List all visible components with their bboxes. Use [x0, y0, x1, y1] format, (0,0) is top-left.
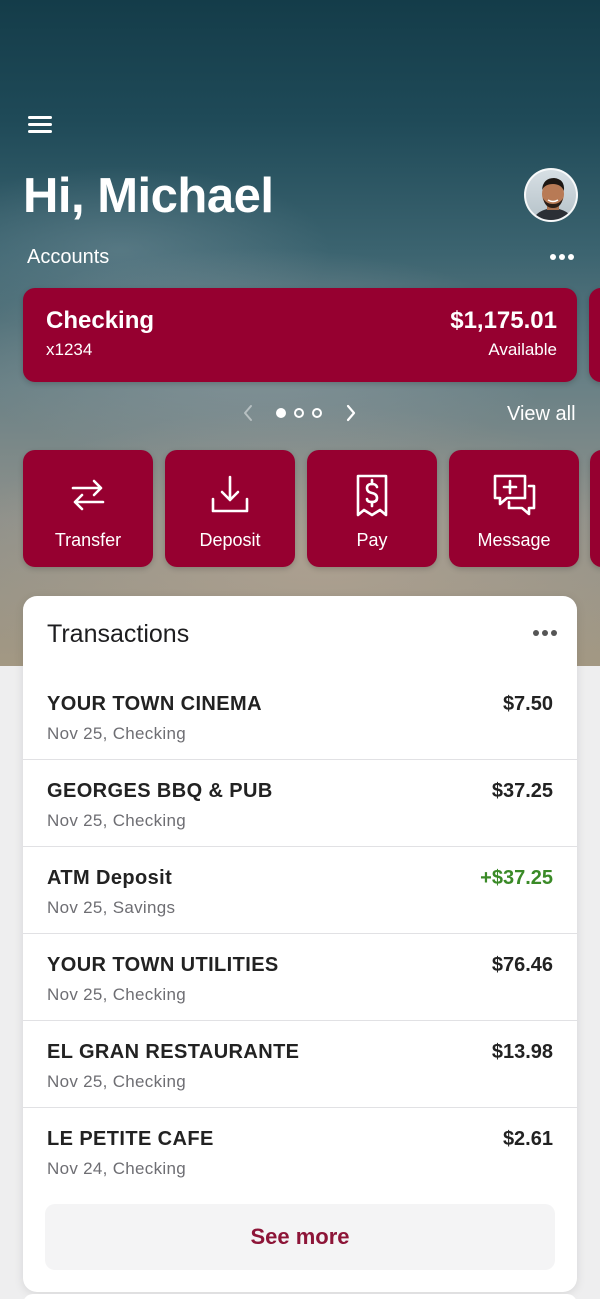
avatar[interactable] — [524, 168, 578, 222]
action-button-next[interactable] — [590, 450, 600, 567]
hero-background: Hi, Michael Accounts Checking x1234 $1,1… — [0, 0, 600, 666]
transaction-name: YOUR TOWN UTILITIES — [47, 954, 279, 976]
transaction-detail: Nov 25, Checking — [47, 985, 186, 1004]
bill-dollar-icon — [307, 472, 437, 518]
transaction-row[interactable]: YOUR TOWN CINEMA Nov 25, Checking $7.50 — [23, 673, 577, 760]
transaction-amount: $37.25 — [491, 780, 553, 802]
message-button[interactable]: Message — [449, 450, 579, 567]
view-all-link[interactable]: View all — [507, 403, 576, 426]
transaction-row[interactable]: EL GRAN RESTAURANTE Nov 25, Checking $13… — [23, 1021, 577, 1108]
transaction-detail: Nov 25, Savings — [47, 898, 176, 917]
transactions-card: Transactions YOUR TOWN CINEMA Nov 25, Ch… — [23, 596, 577, 1292]
hamburger-menu-icon[interactable] — [28, 115, 53, 135]
page-dot[interactable] — [312, 408, 322, 418]
account-name: Checking — [46, 307, 155, 334]
transfer-arrows-icon — [23, 472, 153, 518]
pay-button[interactable]: Pay — [307, 450, 437, 567]
next-section-card — [23, 1294, 577, 1299]
message-add-icon — [449, 472, 579, 518]
account-card-next[interactable] — [589, 288, 600, 382]
pay-label: Pay — [356, 530, 388, 550]
accounts-label: Accounts — [27, 246, 110, 268]
transaction-detail: Nov 25, Checking — [47, 1072, 186, 1091]
page-dot[interactable] — [294, 408, 304, 418]
transaction-row[interactable]: YOUR TOWN UTILITIES Nov 25, Checking $76… — [23, 934, 577, 1021]
transaction-amount-credit: +$37.25 — [480, 867, 553, 889]
transaction-detail: Nov 25, Checking — [47, 724, 186, 743]
message-label: Message — [477, 530, 551, 550]
transaction-name: ATM Deposit — [47, 867, 173, 889]
transaction-name: YOUR TOWN CINEMA — [47, 693, 262, 715]
transaction-row[interactable]: LE PETITE CAFE Nov 24, Checking $2.61 — [23, 1108, 577, 1195]
account-balance: $1,175.01 — [450, 307, 557, 334]
transaction-detail: Nov 24, Checking — [47, 1159, 186, 1178]
transactions-title: Transactions — [47, 620, 190, 648]
account-card-checking[interactable]: Checking x1234 $1,175.01 Available — [23, 288, 577, 382]
chevron-left-icon[interactable] — [240, 402, 256, 424]
avatar-photo — [533, 178, 573, 220]
chevron-right-icon[interactable] — [343, 402, 359, 424]
transaction-name: GEORGES BBQ & PUB — [47, 780, 273, 802]
greeting-title: Hi, Michael — [23, 169, 274, 223]
transaction-amount: $7.50 — [502, 693, 553, 715]
accounts-more-icon[interactable] — [548, 248, 578, 266]
transaction-amount: $13.98 — [491, 1041, 553, 1063]
deposit-label: Deposit — [199, 530, 261, 550]
account-carousel-pager — [240, 402, 365, 424]
transfer-label: Transfer — [54, 530, 122, 550]
transaction-row[interactable]: GEORGES BBQ & PUB Nov 25, Checking $37.2… — [23, 760, 577, 847]
transaction-amount: $2.61 — [502, 1128, 553, 1150]
see-more-button[interactable]: See more — [45, 1204, 555, 1270]
transaction-row[interactable]: ATM Deposit Nov 25, Savings +$37.25 — [23, 847, 577, 934]
transaction-name: EL GRAN RESTAURANTE — [47, 1041, 300, 1063]
transaction-name: LE PETITE CAFE — [47, 1128, 214, 1150]
account-number: x1234 — [46, 340, 93, 359]
page-dot-active[interactable] — [276, 408, 286, 418]
account-balance-label: Available — [488, 340, 557, 359]
transaction-amount: $76.46 — [491, 954, 553, 976]
transfer-button[interactable]: Transfer — [23, 450, 153, 567]
deposit-button[interactable]: Deposit — [165, 450, 295, 567]
transaction-detail: Nov 25, Checking — [47, 811, 186, 830]
deposit-download-icon — [165, 472, 295, 518]
transactions-more-icon[interactable] — [531, 626, 561, 640]
